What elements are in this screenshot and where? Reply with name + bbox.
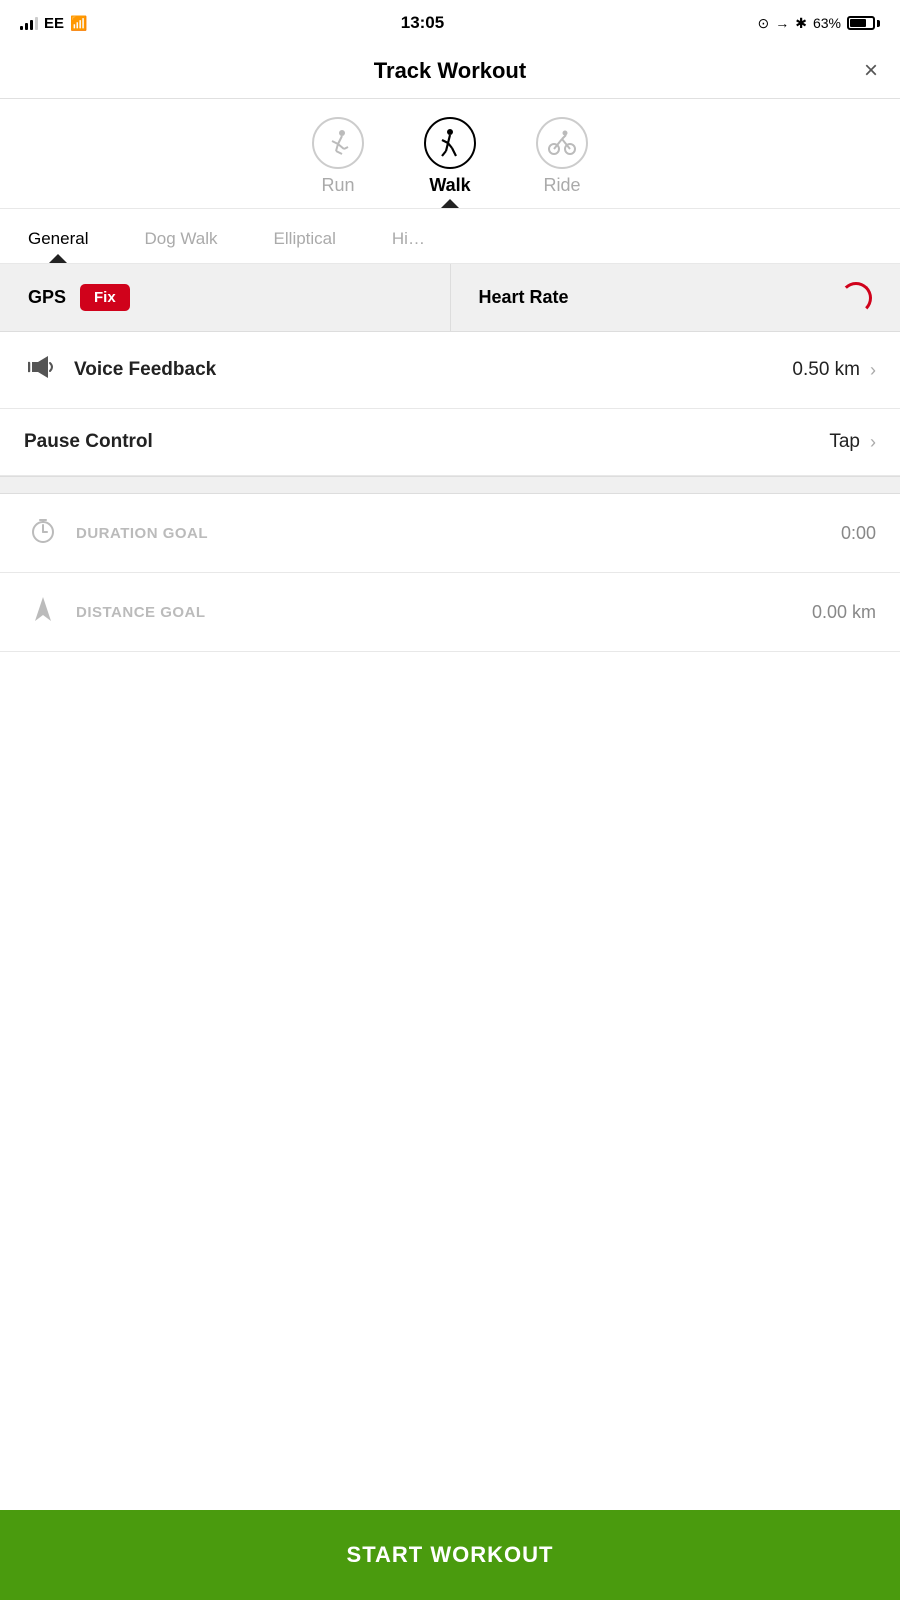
sensor-row: GPS Fix Heart Rate [0, 264, 900, 332]
sub-tabs: General Dog Walk Elliptical Hi… [0, 209, 900, 264]
subtab-elliptical[interactable]: Elliptical [246, 221, 364, 263]
page-header: Track Workout × [0, 44, 900, 99]
signal-icon [20, 16, 38, 30]
subtab-more-label: Hi… [392, 229, 425, 248]
walk-icon [424, 117, 476, 169]
page-title: Track Workout [374, 58, 526, 84]
close-button[interactable]: × [864, 57, 878, 85]
duration-goal-value: 0:00 [841, 523, 876, 544]
duration-goal-label: DURATION GOAL [76, 525, 841, 542]
tab-ride-label: Ride [543, 175, 580, 196]
pause-control-row[interactable]: Pause Control Tap › [0, 409, 900, 476]
run-icon [312, 117, 364, 169]
distance-goal-row: DISTANCE GOAL 0.00 km [0, 573, 900, 652]
heart-rate-label: Heart Rate [479, 287, 569, 308]
at-icon: ⊙ [758, 15, 770, 32]
tab-walk-label: Walk [429, 175, 470, 196]
subtab-more[interactable]: Hi… [364, 221, 453, 263]
heart-rate-sensor: Heart Rate [451, 264, 900, 331]
ride-icon [536, 117, 588, 169]
tab-ride[interactable]: Ride [506, 109, 618, 208]
voice-feedback-value: 0.50 km [792, 359, 860, 381]
subtab-general-label: General [28, 229, 88, 248]
bluetooth-icon: ✱ [795, 15, 807, 32]
duration-goal-row: DURATION GOAL 0:00 [0, 494, 900, 573]
goals-section: DURATION GOAL 0:00 DISTANCE GOAL 0.00 km [0, 494, 900, 652]
status-bar: EE 📶 13:05 ⊙ → ✱ 63% [0, 0, 900, 44]
settings-section: Voice Feedback 0.50 km › Pause Control T… [0, 332, 900, 476]
section-divider [0, 476, 900, 494]
status-left: EE 📶 [20, 15, 87, 32]
status-right: ⊙ → ✱ 63% [758, 15, 881, 32]
heart-rate-spinner [840, 282, 872, 314]
distance-goal-value: 0.00 km [812, 602, 876, 623]
stopwatch-icon [24, 516, 62, 550]
subtab-dogwalk-label: Dog Walk [144, 229, 217, 248]
battery-icon [847, 16, 880, 30]
subtab-elliptical-label: Elliptical [274, 229, 336, 248]
voice-feedback-label: Voice Feedback [74, 359, 792, 381]
subtab-general[interactable]: General [0, 221, 116, 263]
tab-walk[interactable]: Walk [394, 109, 506, 208]
pause-control-value: Tap [829, 431, 860, 453]
gps-label: GPS [28, 287, 66, 308]
wifi-icon: 📶 [70, 15, 87, 32]
carrier-label: EE [44, 15, 64, 32]
workout-type-tabs: Run Walk Ride [0, 99, 900, 209]
distance-icon [24, 595, 62, 629]
tab-run-label: Run [321, 175, 354, 196]
battery-percent: 63% [813, 15, 841, 31]
voice-feedback-row[interactable]: Voice Feedback 0.50 km › [0, 332, 900, 409]
voice-feedback-chevron: › [870, 360, 876, 381]
distance-goal-label: DISTANCE GOAL [76, 604, 812, 621]
location-icon: → [775, 15, 789, 31]
start-workout-label: START WORKOUT [347, 1542, 554, 1568]
megaphone-icon [24, 354, 60, 386]
status-time: 13:05 [401, 13, 444, 33]
gps-fix-badge: Fix [80, 284, 130, 311]
pause-control-chevron: › [870, 432, 876, 453]
subtab-dogwalk[interactable]: Dog Walk [116, 221, 245, 263]
gps-sensor: GPS Fix [0, 264, 451, 331]
pause-control-label: Pause Control [24, 431, 829, 453]
start-workout-button[interactable]: START WORKOUT [0, 1510, 900, 1600]
tab-run[interactable]: Run [282, 109, 394, 208]
